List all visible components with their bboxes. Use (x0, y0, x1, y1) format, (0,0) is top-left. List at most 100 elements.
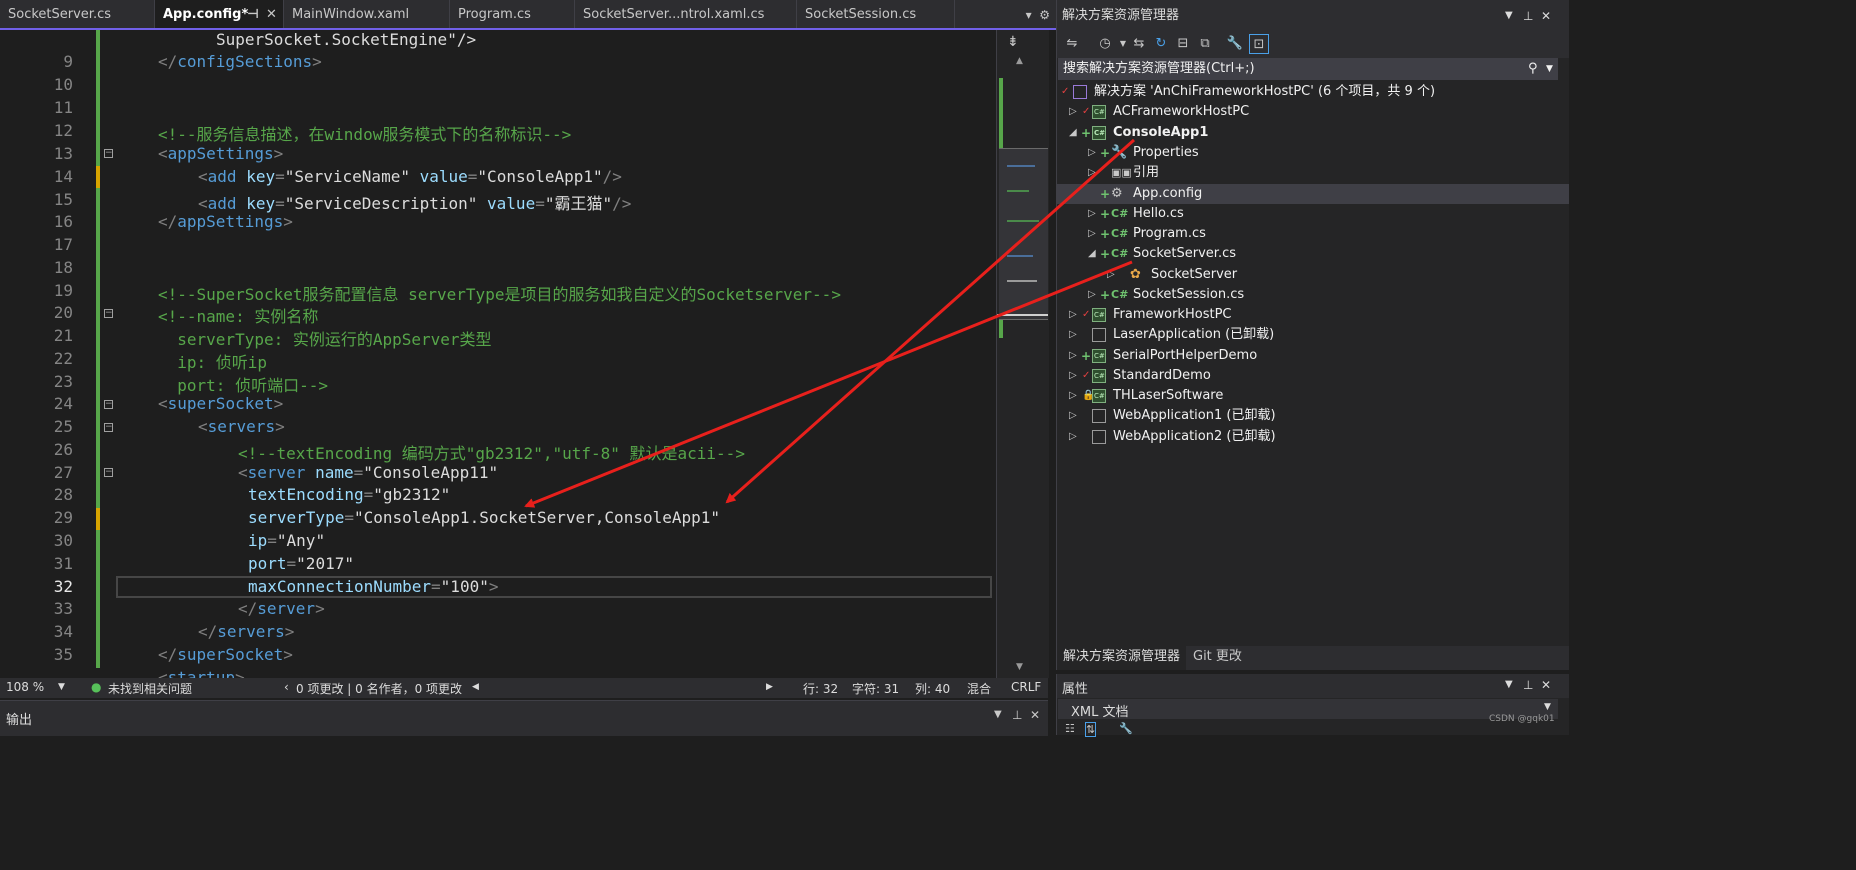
pending-changes-filter-icon[interactable]: ◷ (1095, 34, 1115, 54)
expand-chevron-icon[interactable]: ▷ (1088, 143, 1096, 163)
expand-chevron-icon[interactable]: ▷ (1088, 204, 1096, 224)
pin-icon[interactable]: ⊥ (1012, 708, 1022, 722)
tree-item-file[interactable]: ▷ + C# Program.cs (1057, 224, 1569, 244)
scroll-up-arrow-icon[interactable]: ▲ (1016, 56, 1023, 66)
settings-gear-icon[interactable]: ⚙ (1039, 8, 1050, 22)
tab-label: SocketServer.cs (8, 7, 112, 22)
collapse-chevron-icon[interactable]: ◢ (1069, 123, 1077, 143)
tree-item-file[interactable]: ▷ + C# SocketSession.cs (1057, 285, 1569, 305)
tab-git-changes[interactable]: Git 更改 (1187, 646, 1248, 668)
fold-collapse-icon[interactable]: − (104, 149, 113, 158)
collapse-chevron-icon[interactable]: ◢ (1088, 244, 1096, 264)
scroll-right-arrow-icon[interactable]: ▶ (766, 682, 773, 692)
tree-item-label: FrameworkHostPC (1113, 307, 1232, 322)
alphabetical-view-icon[interactable]: ⇅ (1085, 722, 1097, 737)
minimap-line (1007, 190, 1029, 192)
editor-scrollbar-minimap[interactable]: ⇟ ▲ ▼ (996, 30, 1049, 678)
tab-program-cs[interactable]: Program.cs (450, 0, 575, 28)
collapse-all-icon[interactable]: ⊟ (1173, 34, 1193, 54)
expand-chevron-icon[interactable]: ▷ (1069, 386, 1077, 406)
tree-item-project-unloaded[interactable]: ▷ WebApplication1 (已卸载) (1057, 406, 1569, 426)
panel-dropdown-icon[interactable]: ▼ (1505, 679, 1513, 690)
expand-chevron-icon[interactable]: ▷ (1088, 285, 1096, 305)
expand-chevron-icon[interactable]: ▷ (1088, 224, 1096, 244)
code-line: <add key="ServiceName" value="ConsoleApp… (198, 167, 622, 186)
line-ending-indicator[interactable]: CRLF (1011, 680, 1041, 694)
dropdown-icon[interactable]: ▼ (1544, 702, 1551, 712)
properties-object-selector[interactable]: XML 文档 ▼ (1058, 699, 1558, 720)
fold-collapse-icon[interactable]: − (104, 309, 113, 318)
expand-chevron-icon[interactable]: ▷ (1069, 305, 1077, 325)
zoom-level[interactable]: 108 % (6, 680, 44, 694)
expand-chevron-icon[interactable]: ▷ (1069, 102, 1077, 122)
categorized-view-icon[interactable]: ☷ (1065, 722, 1075, 735)
expand-chevron-icon[interactable]: ▷ (1069, 406, 1077, 426)
code-editor[interactable]: − − − − − 9 10 11 12 13 14 15 16 17 18 1… (0, 30, 996, 678)
tree-item-project[interactable]: ◢ + ConsoleApp1 (1057, 123, 1569, 143)
tab-socketserver-control-xaml-cs[interactable]: SocketServer...ntrol.xaml.cs (575, 0, 797, 28)
tree-item-project[interactable]: ▷ ✓ FrameworkHostPC (1057, 305, 1569, 325)
preview-selected-items-icon[interactable]: ⊡ (1249, 34, 1269, 54)
tree-item-file[interactable]: ◢ + C# SocketServer.cs (1057, 244, 1569, 264)
close-icon[interactable]: ✕ (1541, 0, 1551, 32)
panel-dropdown-icon[interactable]: ▼ (1505, 0, 1513, 32)
minimap-viewport[interactable] (999, 148, 1048, 320)
tree-item-project[interactable]: ▷ + SerialPortHelperDemo (1057, 346, 1569, 366)
unloaded-project-icon (1092, 409, 1106, 423)
tree-item-project-unloaded[interactable]: ▷ WebApplication2 (已卸载) (1057, 427, 1569, 447)
tree-item-file-selected[interactable]: + ⚙ App.config (1057, 184, 1569, 204)
tree-item-solution[interactable]: ✓ 解决方案 'AnChiFrameworkHostPC' (6 个项目，共 9… (1057, 82, 1569, 102)
switch-views-icon[interactable]: ⇋ (1062, 34, 1082, 54)
chevron-left-icon[interactable]: ‹ (284, 680, 289, 694)
tree-item-project[interactable]: ▷ ✓ ACFrameworkHostPC (1057, 102, 1569, 122)
minimap-line (1007, 220, 1039, 222)
close-icon[interactable]: ✕ (1030, 708, 1040, 722)
pin-icon[interactable]: ⊣ (247, 0, 259, 28)
issues-status[interactable]: 未找到相关问题 (108, 680, 192, 697)
tree-item-file[interactable]: ▷ + C# Hello.cs (1057, 204, 1569, 224)
expand-chevron-icon[interactable]: ▷ (1107, 265, 1115, 285)
close-icon[interactable]: ✕ (1541, 678, 1551, 692)
zoom-dropdown-icon[interactable]: ▼ (58, 682, 65, 692)
tab-socketserver-cs[interactable]: SocketServer.cs (0, 0, 155, 28)
codelens-changes[interactable]: 0 项更改 | 0 名作者，0 项更改 (296, 680, 462, 697)
expand-chevron-icon[interactable]: ▷ (1069, 346, 1077, 366)
csharp-project-icon (1092, 369, 1106, 383)
scroll-left-arrow-icon[interactable]: ◀ (472, 682, 479, 692)
sync-with-document-icon[interactable]: ⇆ (1129, 34, 1149, 54)
tree-item-project[interactable]: ▷ ✓ StandardDemo (1057, 366, 1569, 386)
tree-item-project[interactable]: ▷ 🔒 THLaserSoftware (1057, 386, 1569, 406)
tab-dropdown-icon[interactable]: ▾ (1026, 8, 1032, 22)
tree-item-class[interactable]: ▷ ✿ SocketServer (1057, 265, 1569, 285)
close-icon[interactable]: ✕ (266, 0, 277, 28)
tab-socketsession-cs[interactable]: SocketSession.cs (797, 0, 955, 28)
expand-chevron-icon[interactable]: ▷ (1069, 427, 1077, 447)
show-all-files-icon[interactable]: ⧉ (1195, 34, 1215, 54)
refresh-icon[interactable]: ↻ (1151, 34, 1171, 54)
tab-solution-explorer[interactable]: 解决方案资源管理器 (1057, 646, 1187, 670)
added-mark-icon: + (1081, 349, 1092, 363)
pin-icon[interactable]: ⊥ (1523, 678, 1533, 692)
tree-item-references[interactable]: ▷ ▣▣ 引用 (1057, 163, 1569, 183)
fold-collapse-icon[interactable]: − (104, 468, 113, 477)
properties-wrench-icon[interactable]: 🔧 (1225, 34, 1245, 54)
search-icon[interactable]: ⚲ (1528, 58, 1538, 80)
expand-chevron-icon[interactable]: ▷ (1069, 325, 1077, 345)
tab-app-config[interactable]: App.config* ⊣ ✕ (155, 0, 284, 28)
fold-collapse-icon[interactable]: − (104, 423, 113, 432)
tab-mainwindow-xaml[interactable]: MainWindow.xaml (284, 0, 450, 28)
tree-item-project-unloaded[interactable]: ▷ LaserApplication (已卸载) (1057, 325, 1569, 345)
expand-chevron-icon[interactable]: ▷ (1069, 366, 1077, 386)
pin-icon[interactable]: ⊥ (1523, 0, 1533, 32)
tab-mode-indicator[interactable]: 混合 (967, 680, 991, 697)
solution-explorer-search-input[interactable]: 搜索解决方案资源管理器(Ctrl+;) ⚲ ▼ (1058, 58, 1558, 80)
line-indicator[interactable]: 行: 32 (803, 680, 838, 697)
property-pages-icon[interactable]: 🔧 (1119, 722, 1133, 735)
expand-chevron-icon[interactable]: ▷ (1088, 163, 1096, 183)
split-editor-icon[interactable]: ⇟ (1007, 34, 1019, 50)
scroll-down-arrow-icon[interactable]: ▼ (1016, 662, 1023, 672)
search-options-dropdown-icon[interactable]: ▼ (1546, 58, 1553, 80)
panel-dropdown-icon[interactable]: ▼ (994, 709, 1002, 720)
fold-collapse-icon[interactable]: − (104, 400, 113, 409)
tree-item-folder[interactable]: ▷ + 🔧 Properties (1057, 143, 1569, 163)
